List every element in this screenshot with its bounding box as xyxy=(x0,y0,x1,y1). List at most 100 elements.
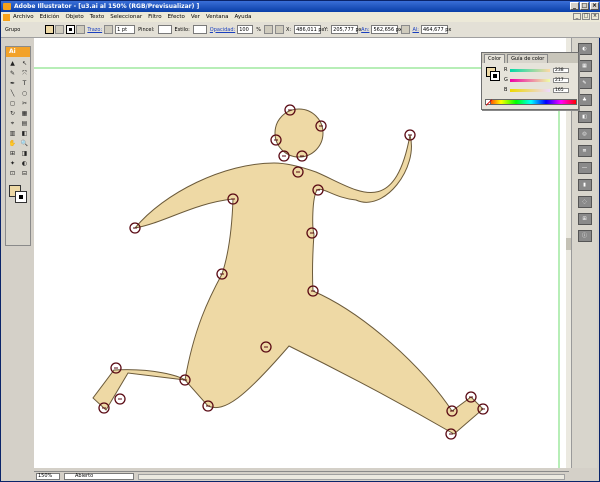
tab-color-guide[interactable]: Guía de color xyxy=(507,54,549,63)
layers-panel-icon[interactable]: ≣ xyxy=(577,145,592,157)
graphic-styles-icon[interactable]: ◧ xyxy=(577,111,592,123)
tool-button-16[interactable]: ✋ xyxy=(7,139,18,148)
none-color-icon[interactable] xyxy=(485,99,491,105)
color-panel-tabs: Color Guía de color xyxy=(482,53,578,63)
tab-color[interactable]: Color xyxy=(484,54,506,63)
width-link[interactable]: An: xyxy=(361,27,369,33)
selection-type-label: Grupo xyxy=(5,26,21,33)
stroke-panel-icon[interactable]: ― xyxy=(577,162,592,174)
menu-bar: Archivo Edición Objeto Texto Seleccionar… xyxy=(1,12,600,22)
opacity-link[interactable]: Opacidad: xyxy=(210,27,235,33)
swatches-panel-icon[interactable]: ▦ xyxy=(577,60,592,72)
tool-button-6[interactable]: ╲ xyxy=(7,89,18,98)
doc-restore-button[interactable]: □ xyxy=(582,13,590,20)
tool-button-13[interactable]: ▤ xyxy=(19,119,30,128)
tool-button-19[interactable]: ◨ xyxy=(19,149,30,158)
tool-button-15[interactable]: ◧ xyxy=(19,129,30,138)
style-dropdown[interactable] xyxy=(192,25,207,34)
zoom-field[interactable]: 150% xyxy=(36,473,60,480)
doc-minimize-button[interactable]: _ xyxy=(573,13,581,20)
tool-button-8[interactable]: ◻ xyxy=(7,99,18,108)
tool-button-21[interactable]: ◐ xyxy=(19,159,30,168)
tool-button-11[interactable]: ▦ xyxy=(19,109,30,118)
brush-dropdown[interactable] xyxy=(157,25,172,34)
y-field[interactable]: 205,777 px xyxy=(331,25,362,34)
document-state[interactable]: Abierto xyxy=(64,473,134,480)
tool-button-9[interactable]: ✂ xyxy=(19,99,30,108)
height-link[interactable]: Al: xyxy=(412,27,419,33)
menu-edicion[interactable]: Edición xyxy=(40,14,60,20)
red-value[interactable]: 238 xyxy=(553,67,569,73)
fill-swatch[interactable] xyxy=(45,25,55,34)
tool-button-17[interactable]: 🔍 xyxy=(19,139,30,148)
blue-value[interactable]: 165 xyxy=(553,87,569,93)
brushes-panel-icon[interactable]: ✎ xyxy=(577,77,592,89)
menu-archivo[interactable]: Archivo xyxy=(13,14,34,20)
tool-button-0[interactable]: ▲ xyxy=(7,59,18,68)
x-field[interactable]: 486,011 px xyxy=(294,25,325,34)
color-spectrum-bar[interactable] xyxy=(485,99,577,105)
menu-ventana[interactable]: Ventana xyxy=(206,14,229,20)
opacity-field[interactable]: 100 xyxy=(237,25,254,34)
transform-icon[interactable] xyxy=(274,25,284,34)
stroke-color-box[interactable] xyxy=(15,191,27,203)
symbols-panel-icon[interactable]: ♣ xyxy=(577,94,592,106)
height-field[interactable]: 464,677 px xyxy=(420,25,451,34)
stroke-link[interactable]: Trazo: xyxy=(87,27,102,33)
transparency-panel-icon[interactable]: ◌ xyxy=(577,196,592,208)
tool-button-4[interactable]: ✒ xyxy=(7,79,18,88)
horizontal-scrollbar[interactable] xyxy=(138,473,565,480)
tool-button-20[interactable]: ✦ xyxy=(7,159,18,168)
color-panel-icon[interactable]: ◐ xyxy=(577,43,592,55)
appearance-panel-icon[interactable]: ◎ xyxy=(577,128,592,140)
tool-button-14[interactable]: ▥ xyxy=(7,129,18,138)
stroke-dropdown-icon[interactable] xyxy=(76,25,86,34)
align-icon[interactable] xyxy=(263,25,273,34)
tool-button-1[interactable]: ↖ xyxy=(19,59,30,68)
fill-stroke-widget[interactable] xyxy=(6,183,30,209)
tool-button-3[interactable]: ⤧ xyxy=(19,69,30,78)
tool-button-10[interactable]: ↻ xyxy=(7,109,18,118)
menu-seleccionar[interactable]: Seleccionar xyxy=(110,14,142,20)
red-slider-row[interactable]: R 238 xyxy=(504,67,574,73)
info-panel-icon[interactable]: ⓘ xyxy=(577,230,592,242)
menu-ver[interactable]: Ver xyxy=(191,14,200,20)
tool-button-7[interactable]: ○ xyxy=(19,89,30,98)
green-slider-row[interactable]: G 217 xyxy=(504,77,574,83)
stroke-weight-field[interactable]: 1 pt xyxy=(115,25,136,34)
menu-objeto[interactable]: Objeto xyxy=(65,14,83,20)
gradient-panel-icon[interactable]: ▮ xyxy=(577,179,592,191)
tool-button-22[interactable]: ⊡ xyxy=(7,169,18,178)
style-label: Estilo: xyxy=(174,26,190,33)
y-label: Y: xyxy=(324,26,329,33)
constrain-link-icon[interactable] xyxy=(401,25,411,34)
tool-button-2[interactable]: ✎ xyxy=(7,69,18,78)
head-shape[interactable] xyxy=(274,108,324,158)
tool-button-12[interactable]: ⌖ xyxy=(7,119,18,128)
navigator-panel-icon[interactable]: ⊞ xyxy=(577,213,592,225)
green-value[interactable]: 217 xyxy=(553,77,569,83)
blue-slider-row[interactable]: B 165 xyxy=(504,87,574,93)
menu-ayuda[interactable]: Ayuda xyxy=(235,14,252,20)
green-slider[interactable] xyxy=(510,78,550,82)
color-panel: Color Guía de color R 238 G 217 B 165 xyxy=(481,52,579,110)
running-figure-body[interactable] xyxy=(92,134,484,435)
red-slider[interactable] xyxy=(510,68,550,72)
menu-efecto[interactable]: Efecto xyxy=(168,14,185,20)
blue-slider[interactable] xyxy=(510,88,550,92)
tool-button-18[interactable]: ⊞ xyxy=(7,149,18,158)
minimize-button[interactable]: _ xyxy=(570,2,579,10)
maximize-button[interactable]: □ xyxy=(580,2,589,10)
tool-grid: ▲ ↖ ✎ ⤧ ✒ T ╲ ○ ◻ ✂ ↻ ▦ ⌖ ▤ ▥ ◧ ✋ 🔍 ⊞ ◨ ✦ ◐ ⊡ ⊟ xyxy=(6,57,30,180)
close-button[interactable]: × xyxy=(590,2,599,10)
menu-texto[interactable]: Texto xyxy=(90,14,105,20)
tool-button-23[interactable]: ⊟ xyxy=(19,169,30,178)
doc-close-button[interactable]: × xyxy=(591,13,599,20)
panel-stroke-swatch[interactable] xyxy=(490,71,500,81)
stroke-stepper-icon[interactable] xyxy=(104,25,114,34)
width-field[interactable]: 562,656 px xyxy=(371,25,402,34)
tool-button-5[interactable]: T xyxy=(19,79,30,88)
fill-dropdown-icon[interactable] xyxy=(55,25,65,34)
stroke-swatch[interactable] xyxy=(66,25,76,34)
menu-filtro[interactable]: Filtro xyxy=(148,14,161,20)
